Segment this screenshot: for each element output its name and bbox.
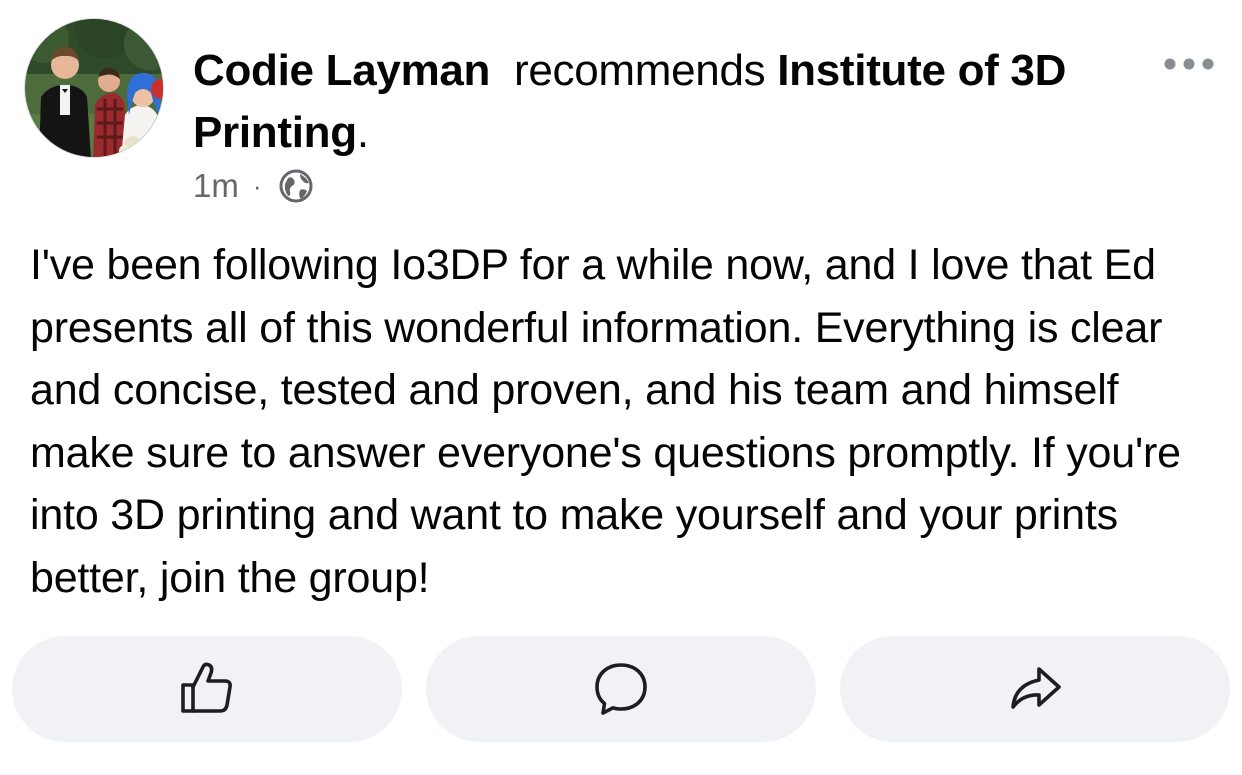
post-body-text: I've been following Io3DP for a while no… xyxy=(30,241,1181,602)
share-button[interactable] xyxy=(840,636,1230,742)
avatar[interactable] xyxy=(24,18,164,158)
thumbs-up-icon xyxy=(181,662,232,713)
more-options-icon xyxy=(1164,58,1214,70)
more-options-button[interactable] xyxy=(1160,44,1218,84)
timestamp[interactable]: 1m xyxy=(193,167,239,205)
recommendation-verb: recommends xyxy=(514,46,766,95)
comment-icon xyxy=(595,663,647,715)
comment-button[interactable] xyxy=(426,636,816,742)
share-icon xyxy=(1011,667,1061,709)
post-header: Codie Layman recommends Institute of 3D … xyxy=(193,40,1143,164)
post-meta: 1m · xyxy=(193,164,314,208)
page-name-line1[interactable]: Institute of 3D xyxy=(777,46,1066,95)
avatar-photo xyxy=(25,19,163,157)
post-actions xyxy=(12,636,1230,742)
globe-icon xyxy=(279,169,313,203)
header-period: . xyxy=(356,108,369,157)
meta-separator: · xyxy=(252,170,262,201)
page-name-line2[interactable]: Printing xyxy=(193,108,357,157)
author-name[interactable]: Codie Layman xyxy=(193,46,490,95)
like-button[interactable] xyxy=(12,636,402,742)
